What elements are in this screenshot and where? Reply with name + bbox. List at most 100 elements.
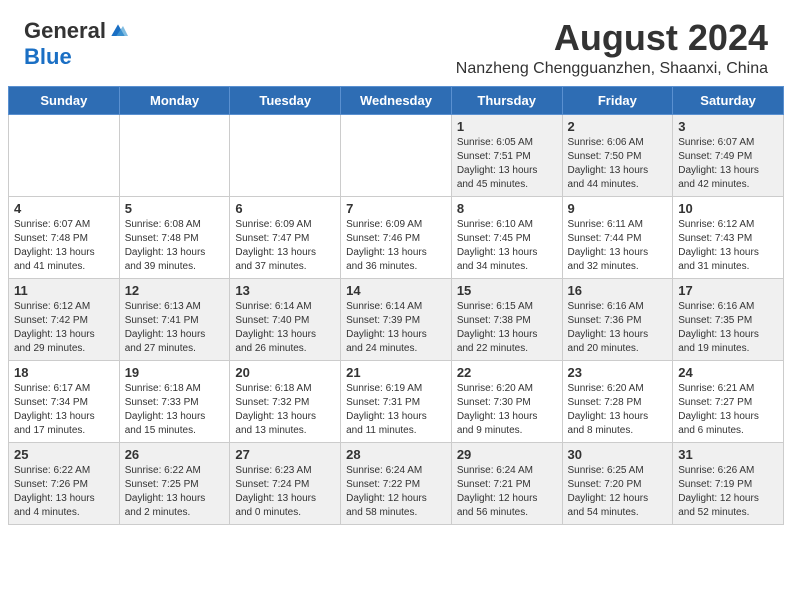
calendar-cell: 15 Sunrise: 6:15 AMSunset: 7:38 PMDayligh… — [451, 278, 562, 360]
col-wednesday: Wednesday — [341, 86, 452, 114]
day-info: Sunrise: 6:13 AMSunset: 7:41 PMDaylight:… — [125, 300, 225, 356]
calendar-cell: 16Sunrise: 6:16 AMSunset: 7:36 PMDayligh… — [562, 278, 673, 360]
calendar-cell: 25Sunrise: 6:22 AMSunset: 7:26 PMDayligh… — [9, 442, 120, 524]
title-block: August 2024 Nanzheng Chengguanzhen, Shaa… — [456, 18, 768, 78]
day-number: 28 — [346, 447, 446, 462]
calendar-cell: 20Sunrise: 6:18 AMSunset: 7:32 PMDayligh… — [230, 360, 341, 442]
calendar-week-row: 18 Sunrise: 6:17 AMSunset: 7:34 PMDayligh… — [9, 360, 784, 442]
logo-icon — [108, 21, 128, 41]
calendar-cell: 13 Sunrise: 6:14 AMSunset: 7:40 PMDayligh… — [230, 278, 341, 360]
col-thursday: Thursday — [451, 86, 562, 114]
day-info: Sunrise: 6:21 AMSunset: 7:27 PMDaylight:… — [678, 382, 778, 438]
day-number: 31 — [678, 447, 778, 462]
day-info: Sunrise: 6:26 AMSunset: 7:19 PMDaylight:… — [678, 464, 778, 520]
calendar-cell: 18 Sunrise: 6:17 AMSunset: 7:34 PMDayligh… — [9, 360, 120, 442]
calendar-cell: 17 Sunrise: 6:16 AMSunset: 7:35 PMDayligh… — [673, 278, 784, 360]
calendar-cell: 1 Sunrise: 6:05 AMSunset: 7:51 PMDaylight… — [451, 114, 562, 196]
day-info: Sunrise: 6:07 AMSunset: 7:48 PMDaylight:… — [14, 218, 114, 274]
col-saturday: Saturday — [673, 86, 784, 114]
calendar-cell: 24 Sunrise: 6:21 AMSunset: 7:27 PMDayligh… — [673, 360, 784, 442]
calendar-cell: 6Sunrise: 6:09 AMSunset: 7:47 PMDaylight… — [230, 196, 341, 278]
calendar-cell: 9Sunrise: 6:11 AMSunset: 7:44 PMDaylight… — [562, 196, 673, 278]
calendar-cell: 3Sunrise: 6:07 AMSunset: 7:49 PMDaylight… — [673, 114, 784, 196]
day-number: 23 — [568, 365, 668, 380]
day-info: Sunrise: 6:25 AMSunset: 7:20 PMDaylight:… — [568, 464, 668, 520]
day-info: Sunrise: 6:12 AMSunset: 7:43 PMDaylight:… — [678, 218, 778, 274]
calendar-cell: 27 Sunrise: 6:23 AMSunset: 7:24 PMDayligh… — [230, 442, 341, 524]
day-number: 13 — [235, 283, 335, 298]
day-info: Sunrise: 6:10 AMSunset: 7:45 PMDaylight:… — [457, 218, 557, 274]
day-info: Sunrise: 6:22 AMSunset: 7:25 PMDaylight:… — [125, 464, 225, 520]
col-tuesday: Tuesday — [230, 86, 341, 114]
calendar-week-row: 1 Sunrise: 6:05 AMSunset: 7:51 PMDaylight… — [9, 114, 784, 196]
col-sunday: Sunday — [9, 86, 120, 114]
day-number: 15 — [457, 283, 557, 298]
calendar-cell: 4 Sunrise: 6:07 AMSunset: 7:48 PMDaylight… — [9, 196, 120, 278]
day-info: Sunrise: 6:08 AMSunset: 7:48 PMDaylight:… — [125, 218, 225, 274]
calendar-cell: 5Sunrise: 6:08 AMSunset: 7:48 PMDaylight… — [119, 196, 230, 278]
day-number: 3 — [678, 119, 778, 134]
day-number: 14 — [346, 283, 446, 298]
calendar-cell: 19 Sunrise: 6:18 AMSunset: 7:33 PMDayligh… — [119, 360, 230, 442]
day-number: 16 — [568, 283, 668, 298]
calendar-cell: 22Sunrise: 6:20 AMSunset: 7:30 PMDayligh… — [451, 360, 562, 442]
calendar-cell: 21 Sunrise: 6:19 AMSunset: 7:31 PMDayligh… — [341, 360, 452, 442]
calendar-container: Sunday Monday Tuesday Wednesday Thursday… — [0, 86, 792, 533]
calendar-cell: 8Sunrise: 6:10 AMSunset: 7:45 PMDaylight… — [451, 196, 562, 278]
header: General Blue August 2024 Nanzheng Chengg… — [0, 0, 792, 86]
day-info: Sunrise: 6:23 AMSunset: 7:24 PMDaylight:… — [235, 464, 335, 520]
day-info: Sunrise: 6:16 AMSunset: 7:35 PMDaylight:… — [678, 300, 778, 356]
day-number: 7 — [346, 201, 446, 216]
day-info: Sunrise: 6:14 AMSunset: 7:40 PMDaylight:… — [235, 300, 335, 356]
calendar-cell — [341, 114, 452, 196]
calendar-week-row: 25Sunrise: 6:22 AMSunset: 7:26 PMDayligh… — [9, 442, 784, 524]
calendar-cell: 7 Sunrise: 6:09 AMSunset: 7:46 PMDaylight… — [341, 196, 452, 278]
day-number: 19 — [125, 365, 225, 380]
day-info: Sunrise: 6:14 AMSunset: 7:39 PMDaylight:… — [346, 300, 446, 356]
day-number: 10 — [678, 201, 778, 216]
col-monday: Monday — [119, 86, 230, 114]
logo-blue-text: Blue — [24, 44, 72, 70]
day-info: Sunrise: 6:11 AMSunset: 7:44 PMDaylight:… — [568, 218, 668, 274]
calendar-cell: 29 Sunrise: 6:24 AMSunset: 7:21 PMDayligh… — [451, 442, 562, 524]
calendar-cell — [9, 114, 120, 196]
day-number: 29 — [457, 447, 557, 462]
day-info: Sunrise: 6:17 AMSunset: 7:34 PMDaylight:… — [14, 382, 114, 438]
day-number: 24 — [678, 365, 778, 380]
day-number: 27 — [235, 447, 335, 462]
day-number: 4 — [14, 201, 114, 216]
day-info: Sunrise: 6:24 AMSunset: 7:21 PMDaylight:… — [457, 464, 557, 520]
day-number: 12 — [125, 283, 225, 298]
day-info: Sunrise: 6:15 AMSunset: 7:38 PMDaylight:… — [457, 300, 557, 356]
calendar-cell: 14 Sunrise: 6:14 AMSunset: 7:39 PMDayligh… — [341, 278, 452, 360]
day-number: 26 — [125, 447, 225, 462]
day-info: Sunrise: 6:18 AMSunset: 7:33 PMDaylight:… — [125, 382, 225, 438]
calendar-cell: 12 Sunrise: 6:13 AMSunset: 7:41 PMDayligh… — [119, 278, 230, 360]
day-number: 20 — [235, 365, 335, 380]
calendar-table: Sunday Monday Tuesday Wednesday Thursday… — [8, 86, 784, 525]
day-number: 6 — [235, 201, 335, 216]
day-number: 18 — [14, 365, 114, 380]
day-number: 21 — [346, 365, 446, 380]
location-subtitle: Nanzheng Chengguanzhen, Shaanxi, China — [456, 60, 768, 78]
day-info: Sunrise: 6:12 AMSunset: 7:42 PMDaylight:… — [14, 300, 114, 356]
day-number: 2 — [568, 119, 668, 134]
day-info: Sunrise: 6:19 AMSunset: 7:31 PMDaylight:… — [346, 382, 446, 438]
day-number: 1 — [457, 119, 557, 134]
day-info: Sunrise: 6:22 AMSunset: 7:26 PMDaylight:… — [14, 464, 114, 520]
month-year-title: August 2024 — [456, 18, 768, 58]
day-info: Sunrise: 6:05 AMSunset: 7:51 PMDaylight:… — [457, 136, 557, 192]
calendar-cell — [119, 114, 230, 196]
day-number: 30 — [568, 447, 668, 462]
day-number: 17 — [678, 283, 778, 298]
day-info: Sunrise: 6:24 AMSunset: 7:22 PMDaylight:… — [346, 464, 446, 520]
calendar-cell: 30 Sunrise: 6:25 AMSunset: 7:20 PMDayligh… — [562, 442, 673, 524]
calendar-cell — [230, 114, 341, 196]
calendar-cell: 2Sunrise: 6:06 AMSunset: 7:50 PMDaylight… — [562, 114, 673, 196]
col-friday: Friday — [562, 86, 673, 114]
day-number: 11 — [14, 283, 114, 298]
calendar-cell: 11 Sunrise: 6:12 AMSunset: 7:42 PMDayligh… — [9, 278, 120, 360]
day-number: 22 — [457, 365, 557, 380]
calendar-cell: 23Sunrise: 6:20 AMSunset: 7:28 PMDayligh… — [562, 360, 673, 442]
day-info: Sunrise: 6:09 AMSunset: 7:46 PMDaylight:… — [346, 218, 446, 274]
